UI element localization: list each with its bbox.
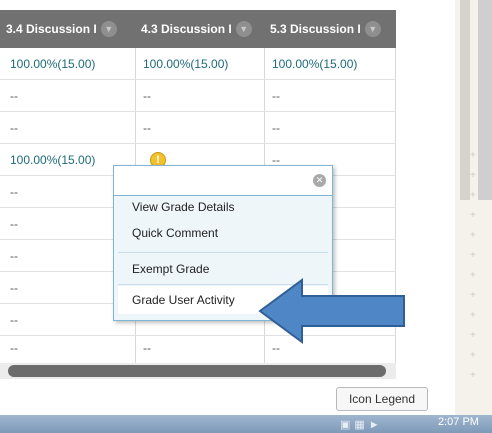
menu-header: ✕	[114, 166, 332, 196]
menu-item-grade-user-activity[interactable]: Grade User Activity	[132, 293, 235, 307]
grade-cell[interactable]: --	[10, 240, 18, 272]
chevron-down-icon[interactable]: ▼	[100, 21, 117, 37]
column-header-label: 3.4 Discussion I	[6, 22, 97, 36]
grade-cell[interactable]: --	[10, 272, 18, 304]
column-header-3-4[interactable]: 3.4 Discussion I ▼	[6, 10, 117, 48]
plus-icon: +	[470, 250, 476, 261]
grade-cell[interactable]: 100.00%(15.00)	[10, 48, 95, 80]
grade-cell[interactable]: 100.00%(15.00)	[272, 48, 357, 80]
scrollbar-thumb[interactable]	[8, 365, 386, 377]
grade-cell[interactable]: --	[10, 176, 18, 208]
horizontal-scrollbar[interactable]	[0, 363, 396, 379]
grade-cell[interactable]: --	[272, 80, 280, 112]
taskbar	[0, 415, 492, 433]
grade-cell[interactable]: --	[143, 112, 151, 144]
chevron-down-icon[interactable]: ▼	[364, 21, 381, 37]
column-header-label: 4.3 Discussion I	[141, 22, 232, 36]
table-row: 100.00%(15.00) 100.00%(15.00) 100.00%(15…	[0, 48, 396, 80]
grade-cell[interactable]: --	[143, 80, 151, 112]
arrow-left-icon	[258, 278, 405, 344]
grade-cell[interactable]: --	[272, 112, 280, 144]
plus-icon: +	[470, 350, 476, 361]
table-row: -- -- --	[0, 112, 396, 144]
grade-cell[interactable]: 100.00%(15.00)	[10, 144, 95, 176]
menu-item-exempt-grade[interactable]: Exempt Grade	[132, 262, 209, 276]
table-row: -- -- --	[0, 80, 396, 112]
plus-icon: +	[470, 170, 476, 181]
menu-divider	[118, 252, 328, 253]
vertical-scrollbar-thumb[interactable]	[478, 0, 492, 200]
plus-icon: +	[470, 290, 476, 301]
column-header-4-3[interactable]: 4.3 Discussion I ▼	[141, 10, 252, 48]
system-tray-icons[interactable]: ▣▦►	[340, 418, 384, 431]
menu-item-view-grade-details[interactable]: View Grade Details	[132, 200, 235, 214]
plus-icon: +	[470, 370, 476, 381]
grade-cell[interactable]: --	[143, 332, 151, 364]
grade-cell[interactable]: --	[10, 332, 18, 364]
menu-item-quick-comment[interactable]: Quick Comment	[132, 226, 218, 240]
chevron-down-icon[interactable]: ▼	[235, 21, 252, 37]
plus-icon: +	[470, 230, 476, 241]
side-panel-track	[460, 0, 470, 200]
plus-icon: +	[470, 210, 476, 221]
plus-icon: +	[470, 310, 476, 321]
plus-icon: +	[470, 330, 476, 341]
close-icon[interactable]: ✕	[313, 174, 326, 187]
grade-cell[interactable]: --	[10, 112, 18, 144]
column-header-5-3[interactable]: 5.3 Discussion I ▼	[270, 10, 381, 48]
grade-cell[interactable]: --	[10, 208, 18, 240]
grade-cell[interactable]: --	[10, 80, 18, 112]
column-header-label: 5.3 Discussion I	[270, 22, 361, 36]
plus-icon: +	[470, 270, 476, 281]
plus-icon: +	[470, 190, 476, 201]
grade-cell[interactable]: 100.00%(15.00)	[143, 48, 228, 80]
plus-icon: +	[470, 150, 476, 161]
grid-header: 3.4 Discussion I ▼ 4.3 Discussion I ▼ 5.…	[0, 10, 396, 48]
icon-legend-button[interactable]: Icon Legend	[336, 387, 428, 411]
taskbar-clock[interactable]: 2:07 PM	[438, 416, 479, 428]
